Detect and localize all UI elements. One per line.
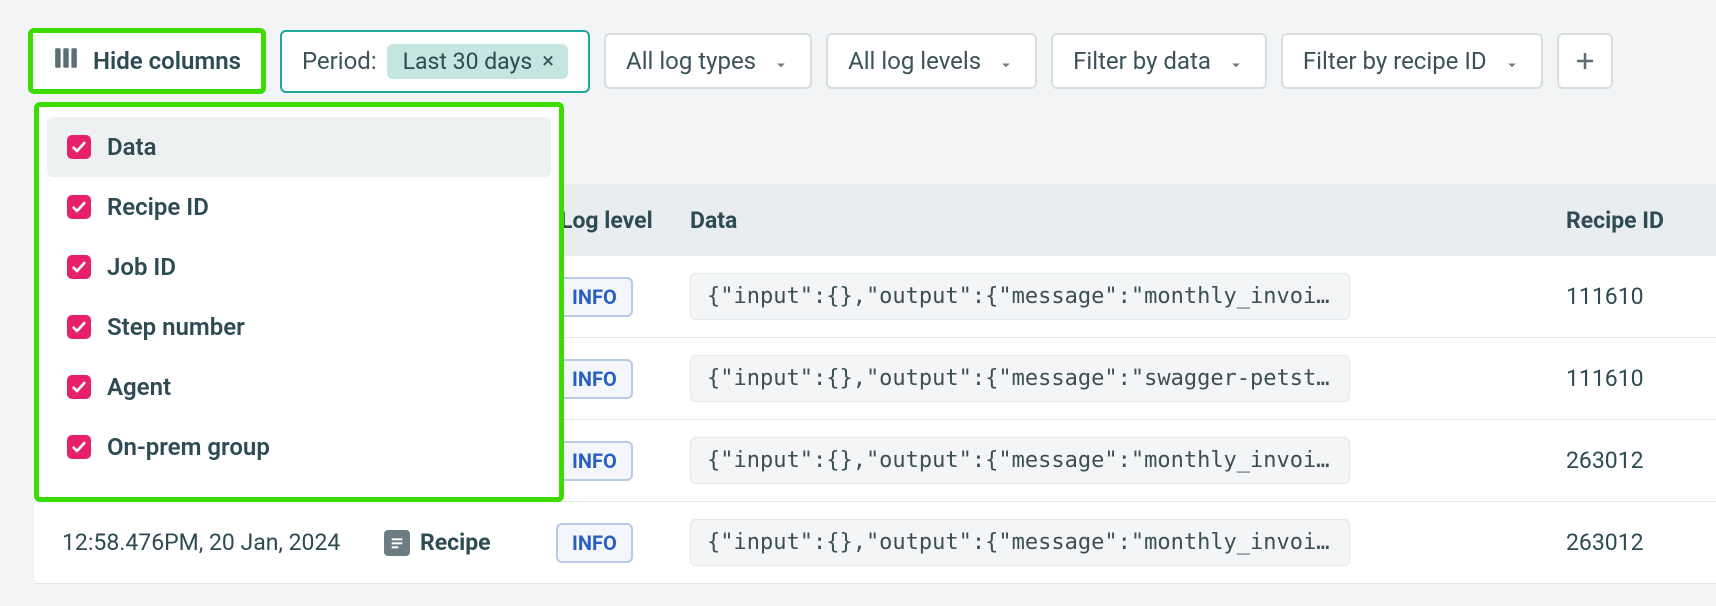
- log-types-filter[interactable]: All log types: [604, 33, 812, 89]
- chevron-down-icon: [772, 52, 790, 70]
- cell-data: {"input":{},"output":{"message":"monthly…: [690, 437, 1566, 484]
- log-types-label: All log types: [626, 47, 756, 75]
- checkbox-icon: [67, 315, 91, 339]
- column-toggle-step-number[interactable]: Step number: [47, 297, 551, 357]
- columns-icon: [53, 45, 79, 77]
- checkbox-icon: [67, 195, 91, 219]
- cell-level: INFO: [556, 529, 690, 556]
- hide-columns-button[interactable]: Hide columns: [28, 28, 266, 94]
- header-recipe-id: Recipe ID: [1566, 207, 1716, 234]
- cell-recipe-id: 111610: [1566, 283, 1716, 310]
- checkbox-icon: [67, 375, 91, 399]
- column-toggle-on-prem-group[interactable]: On-prem group: [47, 417, 551, 477]
- cell-recipe-id: 263012: [1566, 529, 1716, 556]
- column-toggle-label: On-prem group: [107, 433, 270, 461]
- data-chip: {"input":{},"output":{"message":"monthly…: [690, 519, 1350, 566]
- clear-period-icon[interactable]: ×: [542, 49, 554, 74]
- chevron-down-icon: [997, 52, 1015, 70]
- level-badge: INFO: [556, 359, 633, 399]
- cell-data: {"input":{},"output":{"message":"monthly…: [690, 519, 1566, 566]
- add-filter-button[interactable]: [1557, 33, 1613, 89]
- period-prefix: Period:: [302, 47, 377, 75]
- period-chip[interactable]: Last 30 days ×: [387, 44, 568, 79]
- data-chip: {"input":{},"output":{"message":"monthly…: [690, 437, 1350, 484]
- header-log-level: Log level: [556, 207, 690, 234]
- cell-recipe: Recipe: [384, 529, 556, 556]
- plus-icon: [1573, 49, 1597, 73]
- column-toggle-label: Job ID: [107, 253, 176, 281]
- log-levels-filter[interactable]: All log levels: [826, 33, 1037, 89]
- data-chip: {"input":{},"output":{"message":"swagger…: [690, 355, 1350, 402]
- level-badge: INFO: [556, 441, 633, 481]
- period-value: Last 30 days: [403, 48, 533, 75]
- log-levels-label: All log levels: [848, 47, 981, 75]
- cell-time: 12:58.476PM, 20 Jan, 2024: [34, 529, 384, 556]
- cell-data: {"input":{},"output":{"message":"monthly…: [690, 273, 1566, 320]
- filter-by-recipe-id[interactable]: Filter by recipe ID: [1281, 33, 1543, 89]
- column-toggle-label: Recipe ID: [107, 193, 209, 221]
- filter-by-recipe-id-label: Filter by recipe ID: [1303, 47, 1487, 75]
- checkbox-icon: [67, 435, 91, 459]
- hide-columns-dropdown: Data Recipe ID Job ID Step number Agent On-pr…: [34, 102, 564, 502]
- cell-level: INFO: [556, 365, 690, 392]
- header-data: Data: [690, 207, 1566, 234]
- cell-level: INFO: [556, 447, 690, 474]
- cell-recipe-id: 263012: [1566, 447, 1716, 474]
- checkbox-icon: [67, 135, 91, 159]
- filter-by-data[interactable]: Filter by data: [1051, 33, 1267, 89]
- checkbox-icon: [67, 255, 91, 279]
- hide-columns-label: Hide columns: [93, 47, 241, 75]
- column-toggle-label: Data: [107, 133, 156, 161]
- column-toggle-job-id[interactable]: Job ID: [47, 237, 551, 297]
- table-row[interactable]: 12:58.476PM, 20 Jan, 2024RecipeINFO{"inp…: [34, 502, 1716, 584]
- level-badge: INFO: [556, 523, 633, 563]
- column-toggle-data[interactable]: Data: [47, 117, 551, 177]
- data-chip: {"input":{},"output":{"message":"monthly…: [690, 273, 1350, 320]
- column-toggle-label: Agent: [107, 373, 171, 401]
- recipe-icon: [384, 530, 410, 556]
- chevron-down-icon: [1227, 52, 1245, 70]
- column-toggle-agent[interactable]: Agent: [47, 357, 551, 417]
- cell-level: INFO: [556, 283, 690, 310]
- chevron-down-icon: [1503, 52, 1521, 70]
- column-toggle-recipe-id[interactable]: Recipe ID: [47, 177, 551, 237]
- period-filter[interactable]: Period: Last 30 days ×: [280, 30, 590, 93]
- column-toggle-label: Step number: [107, 313, 245, 341]
- cell-recipe-id: 111610: [1566, 365, 1716, 392]
- filter-by-data-label: Filter by data: [1073, 47, 1211, 75]
- level-badge: INFO: [556, 277, 633, 317]
- cell-data: {"input":{},"output":{"message":"swagger…: [690, 355, 1566, 402]
